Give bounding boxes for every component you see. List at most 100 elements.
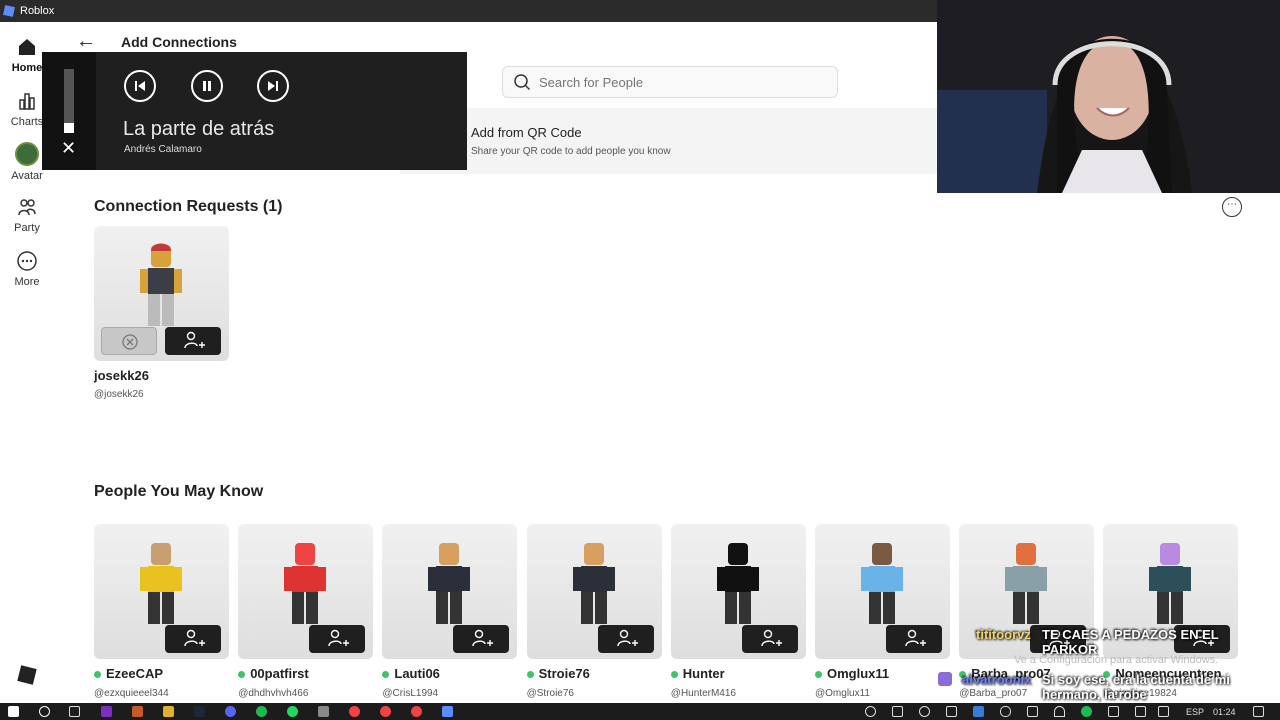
online-status-icon bbox=[94, 671, 101, 679]
qr-code-panel[interactable] bbox=[400, 108, 940, 174]
webcam-feed bbox=[937, 0, 1280, 193]
person-card[interactable] bbox=[94, 524, 229, 659]
input-language[interactable]: ESP bbox=[1186, 707, 1204, 717]
add-friend-icon bbox=[761, 629, 782, 647]
keyboard-icon[interactable] bbox=[1158, 706, 1169, 717]
discord-icon[interactable] bbox=[225, 706, 236, 717]
next-icon bbox=[268, 81, 278, 91]
add-friend-button[interactable] bbox=[309, 625, 366, 653]
party-icon bbox=[18, 199, 36, 216]
decline-icon bbox=[122, 334, 138, 350]
person-card[interactable] bbox=[382, 524, 518, 659]
usb-icon[interactable] bbox=[946, 706, 957, 717]
search-box[interactable] bbox=[502, 66, 838, 98]
tray-icon[interactable] bbox=[1108, 706, 1119, 717]
steam-icon[interactable] bbox=[194, 706, 205, 717]
close-icon[interactable]: ✕ bbox=[61, 138, 76, 159]
person-username[interactable]: Hunter bbox=[670, 666, 725, 681]
chat-user-1: tititoorvz bbox=[976, 627, 1031, 642]
online-status-icon bbox=[238, 671, 246, 679]
add-friend-button[interactable] bbox=[453, 625, 510, 653]
sidebar-item-label: More bbox=[14, 276, 40, 288]
whatsapp-icon[interactable] bbox=[287, 706, 298, 717]
person-username[interactable]: Lauti06 bbox=[382, 666, 440, 681]
avatar-image bbox=[140, 543, 182, 624]
person-name-text: EzeeCAP bbox=[106, 666, 164, 681]
tray-icon[interactable] bbox=[919, 706, 930, 717]
notifications-icon[interactable] bbox=[1253, 706, 1264, 717]
person-name-text: Lauti06 bbox=[394, 666, 440, 681]
requests-section-title: Connection Requests (1) bbox=[94, 198, 283, 215]
sidebar-item-party[interactable]: Party bbox=[0, 196, 54, 234]
search-input[interactable] bbox=[539, 74, 819, 90]
battery-icon[interactable] bbox=[892, 706, 903, 717]
task-view-icon[interactable] bbox=[69, 706, 80, 717]
person-username[interactable]: Omglux11 bbox=[815, 666, 889, 681]
onenote-icon[interactable] bbox=[101, 706, 112, 717]
window-title: Roblox bbox=[20, 5, 55, 17]
person-card[interactable] bbox=[238, 524, 374, 659]
request-handle: @josekk26 bbox=[94, 389, 144, 400]
add-friend-button[interactable] bbox=[741, 625, 798, 653]
person-card[interactable] bbox=[526, 524, 662, 659]
chat-user-2: alvatroonix bbox=[962, 672, 1032, 687]
person-username[interactable]: 00patfirst bbox=[238, 666, 309, 681]
sidebar-item-label: Home bbox=[11, 62, 43, 74]
chrome-icon[interactable] bbox=[411, 706, 422, 717]
person-name-text: Stroie76 bbox=[538, 666, 590, 681]
online-status-icon bbox=[382, 671, 390, 679]
volume-level bbox=[64, 123, 74, 133]
add-friend-button[interactable] bbox=[597, 625, 654, 653]
chat-badge-icon bbox=[938, 672, 952, 686]
decline-request-button[interactable] bbox=[101, 327, 157, 355]
avatar-image bbox=[572, 543, 615, 624]
chrome-icon[interactable] bbox=[349, 706, 360, 717]
webcam-image bbox=[937, 0, 1280, 193]
app-icon[interactable] bbox=[132, 706, 143, 717]
home-icon bbox=[19, 39, 35, 55]
sidebar-item-label: Avatar bbox=[11, 170, 43, 182]
avatar-image bbox=[284, 543, 327, 624]
roblox-taskbar-icon[interactable] bbox=[442, 706, 453, 717]
tray-icon[interactable] bbox=[973, 706, 984, 717]
request-username[interactable]: josekk26 bbox=[94, 368, 149, 383]
app-icon[interactable] bbox=[318, 706, 329, 717]
accept-request-button[interactable] bbox=[165, 327, 221, 355]
add-friend-icon bbox=[616, 629, 638, 647]
spotify-icon[interactable] bbox=[256, 706, 267, 717]
request-card[interactable] bbox=[94, 226, 229, 361]
add-friend-button[interactable] bbox=[165, 625, 221, 653]
tray-icon[interactable] bbox=[865, 706, 876, 717]
search-icon[interactable] bbox=[39, 706, 50, 717]
microphone-icon[interactable] bbox=[1000, 706, 1011, 717]
charts-icon bbox=[19, 93, 35, 110]
person-card[interactable] bbox=[815, 524, 950, 659]
previous-track-button[interactable] bbox=[124, 70, 156, 102]
avatar-image bbox=[1149, 543, 1192, 624]
person-handle: @Barba_pro07 bbox=[959, 688, 1028, 699]
back-arrow-icon[interactable]: ← bbox=[76, 30, 96, 53]
next-track-button[interactable] bbox=[257, 70, 289, 102]
add-friend-icon bbox=[472, 629, 494, 647]
add-friend-icon bbox=[184, 629, 205, 647]
pause-icon bbox=[203, 81, 211, 91]
file-explorer-icon[interactable] bbox=[163, 706, 174, 717]
wifi-icon[interactable] bbox=[1054, 706, 1065, 717]
avatar-image bbox=[428, 543, 471, 624]
person-username[interactable]: EzeeCAP bbox=[94, 666, 163, 681]
roblox-app-icon bbox=[3, 5, 15, 17]
more-options-button[interactable]: ⋯ bbox=[1222, 197, 1242, 217]
spotify-tray-icon[interactable] bbox=[1081, 706, 1092, 717]
volume-muted-icon[interactable] bbox=[1027, 706, 1038, 717]
clock[interactable]: 01:24 bbox=[1213, 707, 1236, 717]
sidebar-item-more[interactable]: More bbox=[0, 250, 54, 288]
add-friend-button[interactable] bbox=[886, 625, 942, 653]
person-username[interactable]: Stroie76 bbox=[526, 666, 590, 681]
person-card[interactable] bbox=[670, 524, 806, 659]
pause-button[interactable] bbox=[191, 70, 223, 102]
tray-icon[interactable] bbox=[1135, 706, 1146, 717]
chrome-icon[interactable] bbox=[380, 706, 391, 717]
previous-icon bbox=[135, 81, 145, 91]
avatar-image bbox=[1005, 543, 1048, 624]
windows-start-icon[interactable] bbox=[8, 706, 19, 717]
